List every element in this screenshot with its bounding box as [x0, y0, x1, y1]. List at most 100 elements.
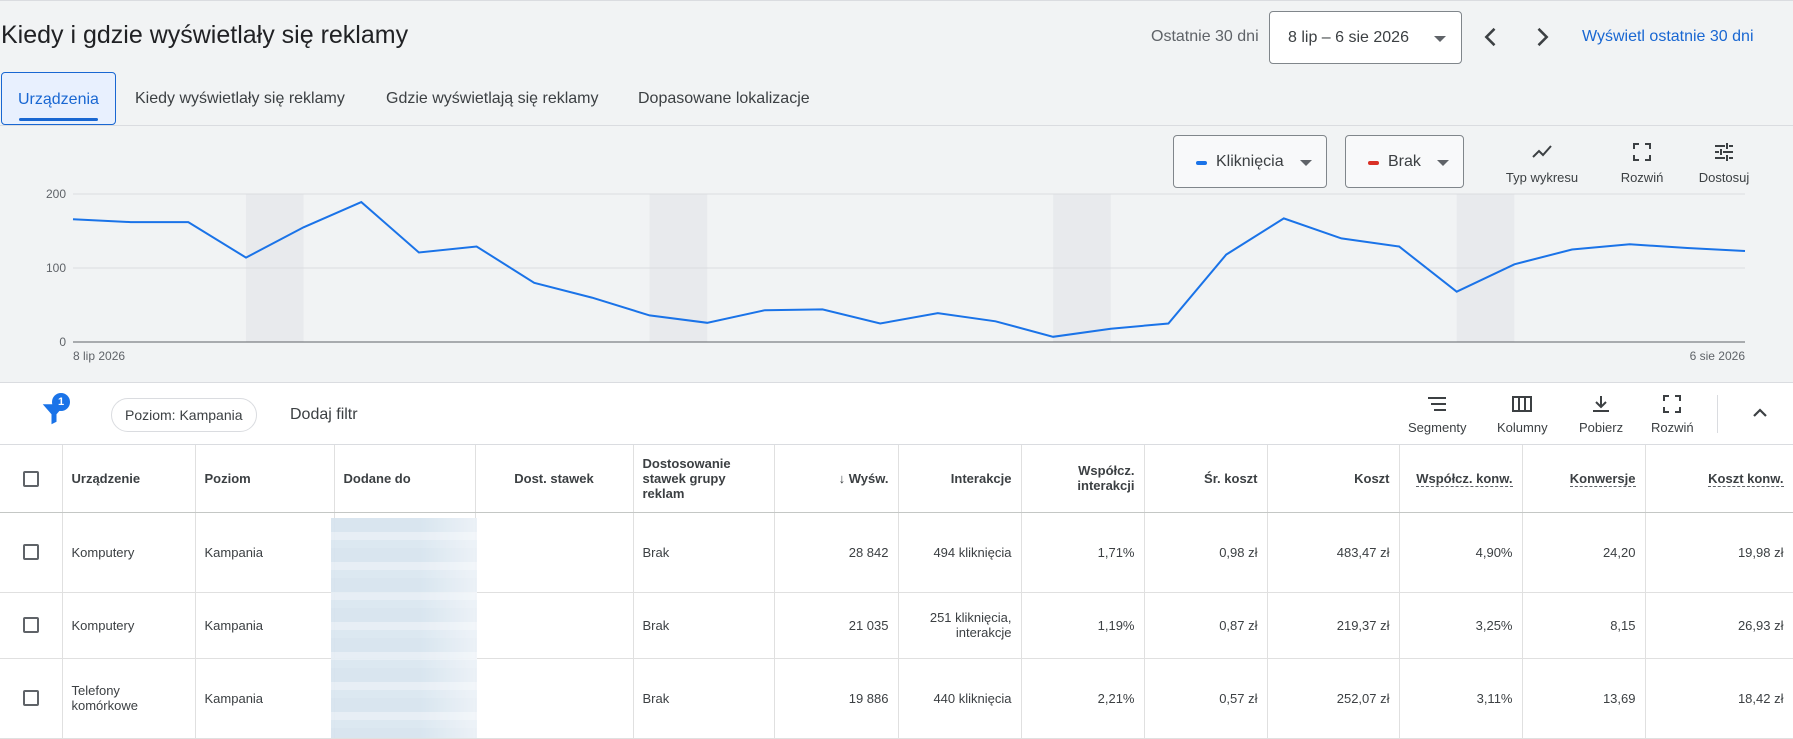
header-ad-group-bid-adj[interactable]: Dostosowanie stawek grupy reklam — [633, 445, 775, 513]
select-all-checkbox[interactable] — [22, 470, 39, 487]
header-conversions[interactable]: Konwersje — [1522, 445, 1646, 513]
row-checkbox[interactable] — [22, 690, 39, 707]
cell-ad-group-bid-adj: Brak — [633, 592, 775, 659]
fullscreen-icon — [1633, 143, 1651, 161]
cell-conv-rate: 3,11% — [1399, 658, 1523, 739]
cell-conversions: 8,15 — [1522, 592, 1646, 659]
cell-cost: 483,47 zł — [1267, 512, 1400, 593]
cell-interactions: 440 kliknięcia — [898, 658, 1022, 739]
tab-when-ads-showed[interactable]: Kiedy wyświetlały się reklamy — [135, 72, 345, 125]
cell-conversions: 13,69 — [1522, 658, 1646, 739]
chart-type-label: Typ wykresu — [1505, 170, 1579, 185]
show-last-30-days-link[interactable]: Wyświetl ostatnie 30 dni — [1582, 28, 1754, 46]
header-avg-cost[interactable]: Śr. koszt — [1144, 445, 1268, 513]
chart-type-button[interactable]: Typ wykresu — [1502, 140, 1582, 185]
header-impressions[interactable]: ↓ Wyśw. — [774, 445, 899, 513]
header-cost[interactable]: Koszt — [1267, 445, 1400, 513]
cell-bid-adj[interactable] — [475, 658, 634, 739]
cell-interaction-rate: 2,21% — [1021, 658, 1145, 739]
cell-interaction-rate: 1,71% — [1021, 512, 1145, 593]
cell-cost: 252,07 zł — [1267, 658, 1400, 739]
table-row[interactable]: Komputery Kampania Brak 21 035 251 klikn… — [0, 592, 1793, 659]
columns-button[interactable]: Kolumny — [1497, 393, 1548, 435]
header-device[interactable]: Urządzenie — [62, 445, 196, 513]
metric-secondary-label: Brak — [1388, 153, 1421, 170]
table-row[interactable]: Komputery Kampania Brak 28 842 494 klikn… — [0, 512, 1793, 593]
metric-selector-primary[interactable]: Kliknięcia — [1173, 135, 1327, 188]
tab-devices[interactable]: Urządzenia — [1, 72, 116, 125]
customize-chart-label: Dostosuj — [1698, 170, 1750, 185]
columns-icon — [1512, 396, 1533, 412]
cell-bid-adj[interactable] — [475, 592, 634, 659]
table-header-row: Urządzenie Poziom Dodane do Dost. stawek… — [0, 445, 1793, 513]
cell-avg-cost: 0,87 zł — [1144, 592, 1268, 659]
cell-impressions: 28 842 — [774, 512, 899, 593]
chart-area: 0 100 200 8 lip 2026 6 sie 2026 Kliknięcia B… — [0, 126, 1793, 382]
date-range-picker[interactable]: 8 lip – 6 sie 2026 — [1269, 11, 1462, 64]
header-bid-adj[interactable]: Dost. stawek — [475, 445, 634, 513]
expand-table-label: Rozwiń — [1651, 420, 1694, 435]
header-cost-per-conv-label: Koszt konw. — [1708, 470, 1784, 487]
tab-bar: Urządzenia Kiedy wyświetlały się reklamy… — [0, 72, 1793, 126]
header-interaction-rate[interactable]: Współcz. interakcji — [1021, 445, 1145, 513]
top-bar: Kiedy i gdzie wyświetlały się reklamy Os… — [0, 0, 1793, 72]
cell-cost: 219,37 zł — [1267, 592, 1400, 659]
filter-count-badge: 1 — [52, 393, 70, 411]
chevron-down-icon — [1300, 160, 1312, 166]
cell-cost-per-conv: 26,93 zł — [1645, 592, 1793, 659]
chevron-down-icon — [1437, 160, 1449, 166]
header-conv-rate-label: Współcz. konw. — [1416, 470, 1513, 487]
tab-matched-locations[interactable]: Dopasowane lokalizacje — [638, 72, 810, 125]
chevron-down-icon — [1434, 36, 1446, 42]
metric-selector-secondary[interactable]: Brak — [1345, 135, 1464, 188]
header-cost-per-conv[interactable]: Koszt konw. — [1645, 445, 1793, 513]
filter-chip-level[interactable]: Poziom: Kampania — [111, 398, 257, 432]
filter-bar: 1 Poziom: Kampania Dodaj filtr Segmenty … — [0, 382, 1793, 445]
cell-conv-rate: 4,90% — [1399, 512, 1523, 593]
segments-label: Segmenty — [1408, 420, 1467, 435]
header-interactions[interactable]: Interakcje — [898, 445, 1022, 513]
header-level[interactable]: Poziom — [195, 445, 335, 513]
cell-bid-adj[interactable] — [475, 512, 634, 593]
tab-where-ads-show[interactable]: Gdzie wyświetlają się reklamy — [386, 72, 599, 125]
y-tick-label: 100 — [46, 261, 66, 275]
cell-level: Kampania — [195, 592, 335, 659]
expand-chart-button[interactable]: Rozwiń — [1602, 140, 1682, 185]
cell-interactions: 494 kliknięcia — [898, 512, 1022, 593]
customize-chart-button[interactable]: Dostosuj — [1684, 140, 1764, 185]
row-checkbox-cell[interactable] — [0, 592, 63, 659]
range-label: Ostatnie 30 dni — [1151, 28, 1259, 45]
expand-chart-label: Rozwiń — [1620, 170, 1664, 185]
header-added-to[interactable]: Dodane do — [334, 445, 476, 513]
show-chart-icon — [1532, 145, 1552, 158]
row-checkbox[interactable] — [22, 544, 39, 561]
series-color-swatch — [1196, 161, 1207, 165]
data-table: Urządzenie Poziom Dodane do Dost. stawek… — [0, 445, 1793, 739]
expand-table-button[interactable]: Rozwiń — [1651, 393, 1694, 435]
date-range-value: 8 lip – 6 sie 2026 — [1288, 29, 1409, 46]
row-checkbox[interactable] — [22, 617, 39, 634]
cell-cost-per-conv: 19,98 zł — [1645, 512, 1793, 593]
download-button[interactable]: Pobierz — [1579, 393, 1623, 435]
tune-icon — [1715, 143, 1733, 161]
segments-button[interactable]: Segmenty — [1408, 393, 1467, 435]
row-checkbox-cell[interactable] — [0, 512, 63, 593]
cell-device: Komputery — [62, 592, 196, 659]
select-all-checkbox-cell[interactable] — [0, 445, 63, 513]
chevron-up-icon[interactable] — [1748, 401, 1772, 425]
cell-conv-rate: 3,25% — [1399, 592, 1523, 659]
cell-avg-cost: 0,57 zł — [1144, 658, 1268, 739]
y-tick-label: 200 — [46, 187, 66, 201]
download-label: Pobierz — [1579, 420, 1624, 435]
header-conv-rate[interactable]: Współcz. konw. — [1399, 445, 1523, 513]
cell-ad-group-bid-adj: Brak — [633, 658, 775, 739]
chevron-right-icon[interactable] — [1528, 23, 1556, 51]
chevron-left-icon[interactable] — [1477, 23, 1505, 51]
table-row[interactable]: Telefony komórkowe Kampania Brak 19 886 … — [0, 658, 1793, 739]
cell-level: Kampania — [195, 512, 335, 593]
cell-interaction-rate: 1,19% — [1021, 592, 1145, 659]
fullscreen-icon — [1663, 395, 1682, 413]
add-filter-button[interactable]: Dodaj filtr — [290, 406, 358, 424]
row-checkbox-cell[interactable] — [0, 658, 63, 739]
toolbar-divider — [1717, 395, 1718, 433]
